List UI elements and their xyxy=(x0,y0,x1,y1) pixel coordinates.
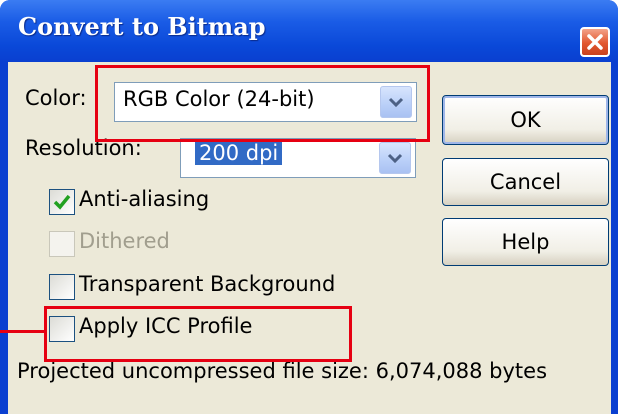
dithered-checkbox xyxy=(49,231,75,257)
dialog-title: Convert to Bitmap xyxy=(18,12,266,41)
dithered-label: Dithered xyxy=(79,229,170,253)
color-highlight-box xyxy=(95,65,430,142)
close-button[interactable] xyxy=(580,27,610,57)
resolution-select-value: 200 dpi xyxy=(195,141,283,165)
title-bar[interactable]: Convert to Bitmap xyxy=(0,0,618,62)
cancel-button[interactable]: Cancel xyxy=(442,158,609,206)
close-icon xyxy=(587,34,603,50)
dialog-window: Convert to Bitmap Color: RGB Color (24-b… xyxy=(0,0,618,414)
anti-aliasing-label[interactable]: Anti-aliasing xyxy=(79,187,209,211)
transparent-background-checkbox[interactable] xyxy=(49,274,75,300)
color-label: Color: xyxy=(25,86,87,110)
resolution-dropdown-button[interactable] xyxy=(379,142,411,174)
checkmark-icon xyxy=(53,194,71,210)
anti-aliasing-checkbox[interactable] xyxy=(49,189,75,215)
help-button[interactable]: Help xyxy=(442,218,609,266)
icc-highlight-box xyxy=(44,306,352,362)
resolution-select[interactable]: 200 dpi xyxy=(180,138,416,178)
file-size-status: Projected uncompressed file size: 6,074,… xyxy=(17,359,548,383)
ok-button[interactable]: OK xyxy=(442,95,609,145)
chevron-down-icon xyxy=(387,153,403,164)
transparent-background-label[interactable]: Transparent Background xyxy=(79,272,335,296)
icc-highlight-pointer xyxy=(0,330,47,333)
